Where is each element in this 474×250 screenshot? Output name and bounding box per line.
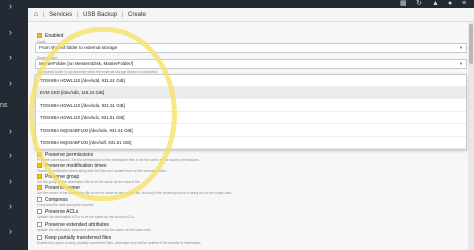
scrollbar-thumb[interactable] <box>469 24 473 64</box>
breadcrumb: ⌂ | Services | USB Backup | Create <box>28 8 474 22</box>
refresh-icon[interactable]: ↻ <box>416 0 422 8</box>
keep-partial-files-hint: Enable this option to keep partially tra… <box>37 241 202 245</box>
preserve-extended-attributes-checkbox[interactable] <box>37 222 42 227</box>
enabled-checkbox[interactable] <box>37 33 42 38</box>
annotation-highlight-circle <box>29 27 177 201</box>
enabled-label: Enabled <box>45 33 64 39</box>
preserve-acls-checkbox[interactable] <box>37 209 42 214</box>
grid-icon[interactable]: ▦ <box>400 0 407 8</box>
preserve-group-checkbox[interactable] <box>37 174 42 179</box>
breadcrumb-separator: | <box>76 12 79 18</box>
breadcrumb-create: Create <box>128 12 147 18</box>
compress-checkbox[interactable] <box>37 197 42 202</box>
chevron-right-icon[interactable]: › <box>9 176 12 186</box>
chevron-right-icon[interactable]: › <box>9 27 12 37</box>
bell-icon[interactable]: ▲ <box>432 0 439 8</box>
home-icon[interactable]: ⌂ <box>34 11 38 18</box>
chevron-right-icon[interactable]: › <box>9 201 12 211</box>
chevron-right-icon[interactable]: › <box>9 150 12 160</box>
sidebar: › › › › ns › › › › › <box>0 0 28 250</box>
chevron-down-icon: ▼ <box>459 45 463 50</box>
chevron-right-icon[interactable]: › <box>9 78 12 88</box>
breadcrumb-services[interactable]: Services <box>49 12 72 18</box>
preserve-extended-attributes-hint: Update the destination extended attribut… <box>37 228 152 232</box>
keep-partial-files-checkbox[interactable] <box>37 235 42 240</box>
chevron-right-icon[interactable]: › <box>9 226 12 236</box>
preserve-acls-hint: Update the destination ACLs to be the sa… <box>37 215 135 219</box>
breadcrumb-separator: | <box>42 12 45 18</box>
chevron-right-icon[interactable]: › <box>9 52 12 62</box>
breadcrumb-separator: | <box>121 12 124 18</box>
sidebar-item-label[interactable]: ns <box>0 102 7 109</box>
breadcrumb-usb-backup[interactable]: USB Backup <box>83 12 117 18</box>
top-bar: ▦ ↻ ▲ ● ≡ <box>28 0 474 8</box>
chevron-down-icon: ▼ <box>459 61 463 66</box>
user-icon[interactable]: ● <box>448 0 452 8</box>
compress-hint: Compress file data during the transfer. <box>37 203 95 207</box>
preserve-owner-checkbox[interactable] <box>37 185 42 190</box>
chevron-right-icon[interactable]: › <box>9 126 12 136</box>
chevron-right-icon[interactable]: › <box>9 1 12 11</box>
menu-icon[interactable]: ≡ <box>462 0 466 8</box>
